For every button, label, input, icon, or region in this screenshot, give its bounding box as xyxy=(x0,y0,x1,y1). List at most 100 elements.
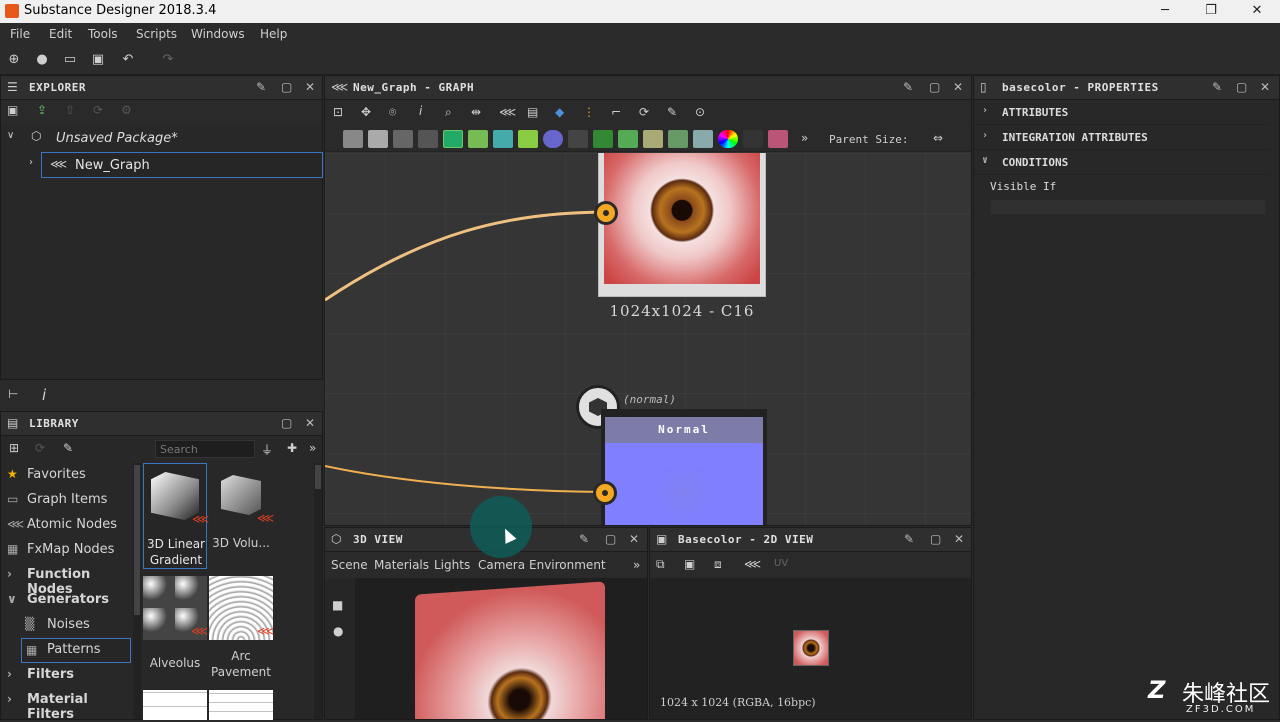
pin-icon[interactable]: ✎ xyxy=(579,532,589,546)
save-icon[interactable]: ▣ xyxy=(90,52,106,68)
category-filters[interactable]: › Filters xyxy=(1,663,131,688)
info-icon[interactable]: i xyxy=(419,104,422,118)
parent-size-label[interactable]: Parent Size: xyxy=(829,133,908,146)
share-icon[interactable]: ⋘ xyxy=(744,557,761,571)
category-generators[interactable]: ∨ Generators xyxy=(1,588,131,613)
search-icon[interactable]: ⌕ xyxy=(445,105,452,120)
maximize-icon[interactable]: ▢ xyxy=(929,80,940,94)
add-filter-icon[interactable]: ✚ xyxy=(287,441,297,455)
3d-viewport[interactable] xyxy=(355,578,647,719)
menu-environment[interactable]: Environment xyxy=(529,558,606,572)
levels-icon[interactable] xyxy=(468,130,488,148)
upload-icon[interactable]: ⇧ xyxy=(65,103,75,117)
library-item-3d-volume[interactable]: ⋘ 3D Volu... xyxy=(209,463,274,569)
category-scrollbar[interactable] xyxy=(133,463,141,719)
close-icon[interactable]: ✕ xyxy=(1260,80,1270,94)
library-item-3d-linear-gradient[interactable]: ⋘ 3D Linear Gradient xyxy=(143,463,209,569)
blur-icon[interactable] xyxy=(543,130,563,148)
category-noises[interactable]: ▒ Noises xyxy=(1,613,131,638)
category-fxmap-nodes[interactable]: ▦ FxMap Nodes xyxy=(1,538,131,563)
maximize-icon[interactable]: ▢ xyxy=(605,532,616,546)
frame-icon[interactable]: ⊡ xyxy=(333,105,343,119)
category-patterns[interactable]: ▦ Patterns xyxy=(21,638,131,663)
close-window-button[interactable]: ✕ xyxy=(1234,0,1280,23)
pixel-processor-icon[interactable] xyxy=(743,130,763,148)
menu-scene[interactable]: Scene xyxy=(331,558,368,572)
pin-icon[interactable]: ✎ xyxy=(904,532,914,546)
close-icon[interactable]: ✕ xyxy=(954,532,964,546)
maximize-icon[interactable]: ▢ xyxy=(930,532,941,546)
menu-scripts[interactable]: Scripts xyxy=(136,27,177,41)
graph-row[interactable]: ⋘ New_Graph xyxy=(41,152,323,178)
input-connector[interactable] xyxy=(594,201,618,225)
maximize-icon[interactable]: ▢ xyxy=(1236,80,1247,94)
reload-icon[interactable]: ⟳ xyxy=(93,103,103,117)
info-icon[interactable]: i xyxy=(42,386,46,404)
camera-icon[interactable]: ■ xyxy=(332,598,343,612)
wrench-icon[interactable]: ✎ xyxy=(667,105,677,119)
tile-thumbnail[interactable] xyxy=(209,690,273,720)
warp-icon[interactable] xyxy=(618,130,638,148)
pencil-icon[interactable]: ✎ xyxy=(63,441,73,455)
open-folder-icon[interactable]: ▭ xyxy=(62,52,78,68)
view-icon[interactable]: ⊙ xyxy=(695,105,705,119)
package-row[interactable]: ∨ ⬡ Unsaved Package* xyxy=(1,126,322,150)
copy-icon[interactable]: ⧈ xyxy=(714,557,722,572)
settings-icon[interactable]: ⚙ xyxy=(121,103,132,117)
restore-button[interactable]: ❐ xyxy=(1188,0,1234,23)
connect-icon[interactable]: ⌐ xyxy=(611,105,621,119)
more-icon[interactable]: » xyxy=(309,441,316,455)
menu-camera[interactable]: Camera xyxy=(478,558,525,572)
hsl-icon[interactable] xyxy=(668,130,688,148)
minimize-button[interactable]: ─ xyxy=(1142,0,1188,23)
library-item-alveolus[interactable]: ⋘ Alveolus xyxy=(143,576,208,686)
more-icon[interactable]: » xyxy=(801,131,808,145)
conditions-section[interactable]: ∨ CONDITIONS xyxy=(974,151,1270,175)
shuffle-icon[interactable] xyxy=(418,130,438,148)
new-substance-icon[interactable]: ● xyxy=(34,52,50,68)
share-icon[interactable]: ⋘ xyxy=(499,105,516,119)
menu-tools[interactable]: Tools xyxy=(88,27,118,41)
redo-icon[interactable]: ↷ xyxy=(160,52,176,68)
library-scrollbar[interactable] xyxy=(314,463,322,719)
svg-node-icon[interactable] xyxy=(368,130,388,148)
close-icon[interactable]: ✕ xyxy=(629,532,639,546)
category-favorites[interactable]: ★ Favorites xyxy=(1,463,131,488)
integration-attributes-section[interactable]: › INTEGRATION ATTRIBUTES xyxy=(974,126,1270,150)
gradient-node-icon[interactable] xyxy=(518,130,538,148)
category-atomic-nodes[interactable]: ⋘ Atomic Nodes xyxy=(1,513,131,538)
frame-icon[interactable]: ⧉ xyxy=(656,557,665,572)
menu-materials[interactable]: Materials xyxy=(374,558,429,572)
color-wheel-icon[interactable] xyxy=(718,130,738,148)
maximize-icon[interactable]: ▢ xyxy=(281,80,292,94)
pin-icon[interactable]: ✎ xyxy=(903,80,913,94)
2d-viewport[interactable]: 1024 x 1024 (RGBA, 16bpc) xyxy=(650,578,971,719)
align-icon[interactable]: ⇹ xyxy=(471,105,481,119)
tree-icon[interactable]: ⊢ xyxy=(8,387,18,401)
category-function-nodes[interactable]: › Function Nodes xyxy=(1,563,131,597)
nodes-icon[interactable]: ⋮ xyxy=(583,105,595,119)
brick-thumbnail[interactable] xyxy=(143,690,207,720)
input-connector[interactable] xyxy=(593,481,617,505)
publish-icon[interactable]: ⇪ xyxy=(37,103,47,117)
library-item-arc-pavement[interactable]: ⋘ Arc Pavement xyxy=(209,576,274,686)
menu-help[interactable]: Help xyxy=(260,27,287,41)
category-material-filters[interactable]: › Material Filters xyxy=(1,688,131,722)
emboss-icon[interactable] xyxy=(593,130,613,148)
attributes-section[interactable]: › ATTRIBUTES xyxy=(974,101,1270,125)
undo-icon[interactable]: ↶ xyxy=(120,52,136,68)
camera-icon[interactable]: ⌾ xyxy=(389,105,396,120)
visible-if-input[interactable] xyxy=(990,199,1266,215)
histogram-icon[interactable] xyxy=(693,130,713,148)
pin-icon[interactable]: ✎ xyxy=(1212,80,1222,94)
move-icon[interactable]: ✥ xyxy=(361,105,371,119)
python-icon[interactable]: ◆ xyxy=(555,105,564,119)
uniform-color-icon[interactable] xyxy=(393,130,413,148)
bitmap-node-icon[interactable] xyxy=(343,130,363,148)
add-icon[interactable]: ⊞ xyxy=(9,441,19,455)
menu-file[interactable]: File xyxy=(10,27,30,41)
save-icon[interactable]: ▣ xyxy=(684,557,695,571)
close-icon[interactable]: ✕ xyxy=(305,80,315,94)
search-input[interactable] xyxy=(155,440,255,458)
close-icon[interactable]: ✕ xyxy=(953,80,963,94)
